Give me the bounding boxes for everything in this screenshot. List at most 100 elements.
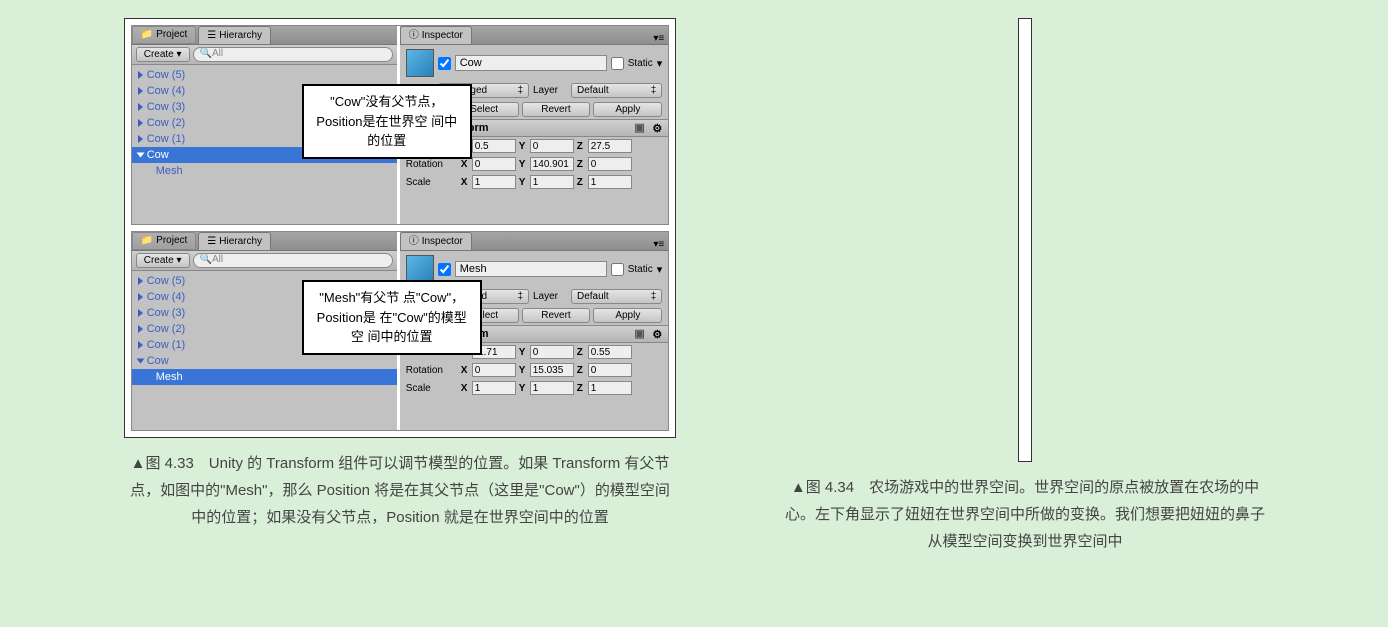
scene-frame: +y +x +z (0, 2, 4, 1) +y +x +z (?, ?, ?,… — [1018, 18, 1032, 462]
expand-icon[interactable] — [138, 325, 143, 333]
layer-dropdown[interactable]: Default‡ — [571, 83, 662, 98]
tab-project[interactable]: 📁Project — [132, 232, 197, 250]
expand-icon[interactable] — [138, 309, 143, 317]
hierarchy-toolbar: Create ▾ 🔍All — [132, 251, 397, 271]
gear-icon[interactable]: ⚙ — [652, 122, 662, 135]
tree-item-label: Cow (3) — [147, 99, 186, 115]
callout-cow: "Cow"没有父节点， Position是在世界空 间中的位置 — [302, 84, 472, 159]
layer-label: Layer — [533, 291, 567, 302]
folder-icon: 📁 — [141, 26, 153, 44]
gameobject-icon[interactable] — [406, 255, 434, 283]
help-icon[interactable]: ▣ — [634, 121, 648, 135]
static-dropdown-icon[interactable]: ▾ — [657, 263, 663, 276]
tree-item-label: Cow (1) — [147, 131, 186, 147]
tab-inspector[interactable]: ⓘ Inspector — [400, 26, 472, 44]
tree-item[interactable]: Mesh — [132, 369, 397, 385]
expand-icon[interactable] — [136, 153, 144, 158]
scl-y[interactable] — [530, 381, 574, 395]
layer-label: Layer — [533, 85, 567, 96]
hierarchy-panel: 📁Project ☰Hierarchy Create ▾ 🔍All Cow (5… — [132, 26, 397, 224]
search-input[interactable]: 🔍All — [193, 253, 393, 268]
expand-icon[interactable] — [138, 341, 143, 349]
tree-item-label: Cow (4) — [147, 289, 186, 305]
scl-x[interactable] — [472, 381, 516, 395]
tree-item-label: Cow (2) — [147, 321, 186, 337]
active-checkbox[interactable] — [438, 57, 451, 70]
scl-z[interactable] — [588, 175, 632, 189]
rot-row: Rotation X Y Z — [400, 361, 669, 379]
hierarchy-panel: 📁Project ☰Hierarchy Create ▾ 🔍All Cow (5… — [132, 232, 397, 430]
expand-icon[interactable] — [138, 135, 143, 143]
figure-4-33: 📁Project ☰Hierarchy Create ▾ 🔍All Cow (5… — [80, 18, 720, 609]
static-label: Static — [628, 264, 653, 275]
object-name-field[interactable] — [455, 55, 607, 71]
caption-4-33: ▲图 4.33 Unity 的 Transform 组件可以调节模型的位置。如果… — [130, 450, 670, 531]
panel-menu-icon[interactable]: ▾≡ — [649, 33, 668, 44]
tab-bar: ⓘ Inspector ▾≡ — [400, 232, 669, 251]
apply-button[interactable]: Apply — [593, 308, 662, 323]
panel-menu-icon[interactable]: ▾≡ — [649, 239, 668, 250]
expand-icon[interactable] — [138, 119, 143, 127]
expand-icon[interactable] — [138, 87, 143, 95]
pos-z[interactable] — [588, 139, 632, 153]
expand-icon[interactable] — [138, 103, 143, 111]
static-checkbox[interactable] — [611, 263, 624, 276]
create-button[interactable]: Create ▾ — [136, 253, 190, 268]
object-name-field[interactable] — [455, 261, 607, 277]
search-input[interactable]: 🔍All — [193, 47, 393, 62]
revert-button[interactable]: Revert — [522, 308, 591, 323]
scl-z[interactable] — [588, 381, 632, 395]
row-label: Scale — [406, 383, 458, 394]
active-checkbox[interactable] — [438, 263, 451, 276]
pos-z[interactable] — [588, 345, 632, 359]
pos-x[interactable] — [472, 139, 516, 153]
expand-icon[interactable] — [138, 71, 143, 79]
static-checkbox[interactable] — [611, 57, 624, 70]
callout-mesh: "Mesh"有父节 点"Cow"， Position是 在"Cow"的模型空 间… — [302, 280, 482, 355]
pos-y[interactable] — [530, 345, 574, 359]
scl-y[interactable] — [530, 175, 574, 189]
tree-item[interactable]: Cow — [132, 353, 397, 369]
figure-4-34: +y +x +z (0, 2, 4, 1) +y +x +z (?, ?, ?,… — [760, 18, 1290, 609]
caption-4-34: ▲图 4.34 农场游戏中的世界空间。世界空间的原点被放置在农场的中心。左下角显… — [785, 474, 1265, 555]
pos-y[interactable] — [530, 139, 574, 153]
row-label: Scale — [406, 177, 458, 188]
expand-icon[interactable] — [136, 359, 144, 364]
tab-inspector[interactable]: ⓘ Inspector — [400, 232, 472, 250]
rot-x[interactable] — [472, 363, 516, 377]
tab-hierarchy[interactable]: ☰Hierarchy — [198, 232, 271, 250]
list-icon: ☰ — [207, 27, 216, 45]
list-icon: ☰ — [207, 233, 216, 251]
help-icon[interactable]: ▣ — [634, 327, 648, 341]
rot-z[interactable] — [588, 363, 632, 377]
rot-y[interactable] — [530, 157, 574, 171]
expand-icon[interactable] — [138, 293, 143, 301]
tab-bar: 📁Project ☰Hierarchy — [132, 232, 397, 251]
rot-z[interactable] — [588, 157, 632, 171]
tree-item[interactable]: Cow (5) — [132, 67, 397, 83]
apply-button[interactable]: Apply — [593, 102, 662, 117]
tree-item-label: Cow (4) — [147, 83, 186, 99]
gameobject-icon[interactable] — [406, 49, 434, 77]
tree-item-label: Mesh — [156, 369, 183, 385]
scl-x[interactable] — [472, 175, 516, 189]
revert-button[interactable]: Revert — [522, 102, 591, 117]
info-icon: ⓘ — [409, 27, 419, 45]
tab-project[interactable]: 📁Project — [132, 26, 197, 44]
gear-icon[interactable]: ⚙ — [652, 328, 662, 341]
folder-icon: 📁 — [141, 232, 153, 250]
tab-hierarchy[interactable]: ☰Hierarchy — [198, 26, 271, 44]
static-dropdown-icon[interactable]: ▾ — [657, 57, 663, 70]
tree-item[interactable]: Mesh — [132, 163, 397, 179]
tree-item-label: Cow (3) — [147, 305, 186, 321]
tree-item-label: Mesh — [156, 163, 183, 179]
tab-bar: 📁Project ☰Hierarchy — [132, 26, 397, 45]
info-icon: ⓘ — [409, 233, 419, 251]
expand-icon[interactable] — [138, 277, 143, 285]
rot-y[interactable] — [530, 363, 574, 377]
unity-row-bottom: 📁Project ☰Hierarchy Create ▾ 🔍All Cow (5… — [131, 231, 670, 431]
rot-x[interactable] — [472, 157, 516, 171]
tree-item-label: Cow (1) — [147, 337, 186, 353]
create-button[interactable]: Create ▾ — [136, 47, 190, 62]
layer-dropdown[interactable]: Default‡ — [571, 289, 662, 304]
